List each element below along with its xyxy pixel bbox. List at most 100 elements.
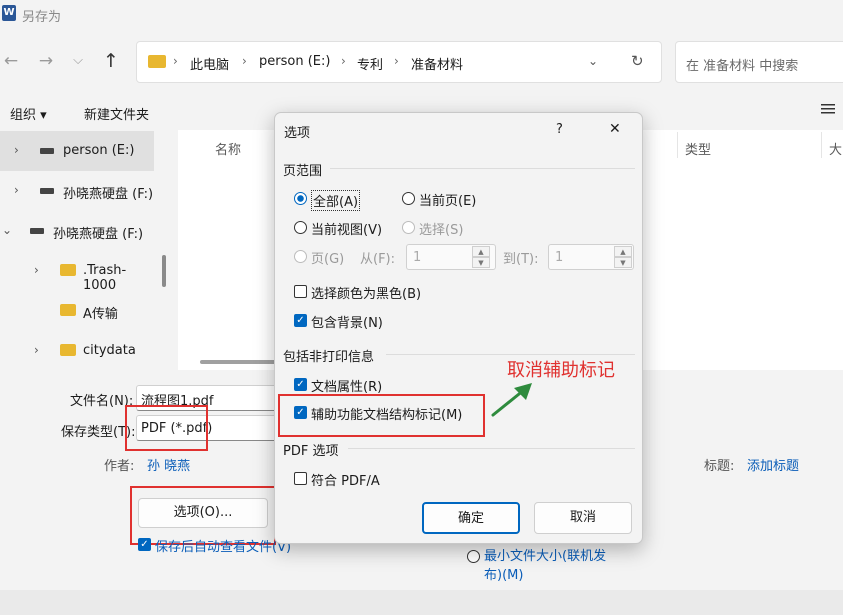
spin-up-icon[interactable]: ▲ (614, 246, 632, 257)
pdf-options-heading: PDF 选项 (283, 444, 339, 459)
forward-arrow-icon[interactable]: → (35, 50, 57, 72)
chevron-icon[interactable]: › (14, 183, 26, 197)
word-icon: W (2, 5, 16, 21)
folder-icon (60, 264, 76, 276)
to-value[interactable]: 1 (555, 250, 563, 265)
recent-dropdown-icon[interactable]: ⌵ (67, 50, 89, 72)
selection-label[interactable]: 选择(S) (419, 219, 463, 238)
current-page-radio[interactable] (402, 192, 415, 205)
refresh-icon[interactable]: ↻ (631, 52, 644, 70)
column-header-type[interactable]: 类型 (685, 139, 711, 158)
filename-label: 文件名(N): (70, 394, 134, 409)
up-arrow-icon[interactable]: ↑ (100, 50, 122, 72)
open-after-save-checkbox[interactable]: ✓ (138, 538, 151, 551)
dialog-title: 选项 (284, 126, 311, 141)
current-view-radio[interactable] (294, 221, 307, 234)
black-color-checkbox[interactable] (294, 285, 307, 298)
sidebar-scrollbar[interactable] (162, 255, 166, 287)
sidebar-item[interactable]: ⌄ 孙晓燕硬盘 (F:) (0, 211, 154, 251)
breadcrumb-separator: › (394, 54, 399, 68)
sidebar-item-label: 孙晓燕硬盘 (F:) (53, 227, 144, 242)
sidebar-item[interactable]: › 孙晓燕硬盘 (F:) (0, 171, 154, 211)
breadcrumb-patent[interactable]: 专利 (357, 54, 383, 73)
folder-icon (60, 344, 76, 356)
section-divider (348, 448, 635, 449)
chevron-icon[interactable]: › (34, 263, 46, 277)
author-label: 作者: (104, 459, 135, 474)
column-divider[interactable] (677, 132, 678, 158)
sidebar-item[interactable]: › person (E:) (0, 131, 154, 171)
view-options-icon[interactable] (820, 101, 836, 117)
open-after-save-label[interactable]: 保存后自动查看文件(V) (155, 536, 291, 555)
breadcrumb-separator: › (341, 54, 346, 68)
section-divider (386, 354, 635, 355)
sidebar-item[interactable]: A传输 (0, 291, 154, 331)
close-icon[interactable]: ✕ (609, 121, 621, 137)
black-color-label[interactable]: 选择颜色为黑色(B) (311, 283, 421, 302)
all-pages-radio[interactable] (294, 192, 307, 205)
author-value[interactable]: 孙 晓燕 (147, 455, 190, 474)
include-background-checkbox[interactable]: ✓ (294, 314, 307, 327)
doc-properties-label[interactable]: 文档属性(R) (311, 376, 382, 395)
window-title: 另存为 (22, 10, 62, 25)
new-folder-button[interactable]: 新建文件夹 (84, 104, 149, 123)
pages-radio[interactable] (294, 250, 307, 263)
column-divider[interactable] (821, 132, 822, 158)
sidebar-item[interactable]: › .Trash-1000 (0, 251, 154, 293)
sidebar-item-label: citydata (83, 343, 136, 358)
section-divider (330, 168, 635, 169)
pdfa-checkbox[interactable] (294, 472, 307, 485)
annotation-arrow-icon (491, 383, 532, 417)
sidebar-item-label: .Trash-1000 (83, 263, 127, 293)
selection-radio[interactable] (402, 221, 415, 234)
all-pages-label[interactable]: 全部(A) (311, 190, 361, 211)
chevron-icon[interactable]: › (14, 143, 26, 157)
highlight-box-structure-tags (278, 394, 485, 437)
back-arrow-icon[interactable]: ← (0, 50, 22, 72)
breadcrumb-this-pc[interactable]: 此电脑 (190, 54, 229, 73)
column-header-size[interactable]: 大 (829, 139, 842, 158)
organize-menu[interactable]: 组织 ▾ (10, 104, 47, 123)
chevron-icon[interactable]: › (34, 343, 46, 357)
spin-down-icon[interactable]: ▼ (472, 257, 490, 268)
add-title-link[interactable]: 添加标题 (747, 455, 799, 474)
doc-properties-checkbox[interactable]: ✓ (294, 378, 307, 391)
sidebar-item-label: person (E:) (63, 143, 135, 158)
sidebar-item-label: A传输 (83, 307, 118, 322)
from-label: 从(F): (360, 252, 396, 267)
title-bar (0, 0, 843, 30)
address-dropdown-icon[interactable]: ⌄ (588, 54, 598, 68)
drive-icon (30, 228, 44, 234)
folder-icon (148, 55, 166, 68)
chevron-icon[interactable]: ⌄ (2, 223, 14, 237)
footer-strip (0, 590, 843, 615)
from-value[interactable]: 1 (413, 250, 421, 265)
title-label: 标题: (704, 459, 735, 474)
include-background-label[interactable]: 包含背景(N) (311, 312, 383, 331)
min-size-label[interactable]: 最小文件大小(联机发布)(M) (484, 547, 624, 585)
sidebar-item[interactable]: › citydata (0, 331, 154, 371)
sidebar-item-label: 孙晓燕硬盘 (F:) (63, 187, 154, 202)
column-header-name[interactable]: 名称 (215, 139, 241, 158)
to-label: 到(T): (503, 252, 539, 267)
search-input[interactable]: 在 准备材料 中搜索 (686, 55, 798, 74)
pdfa-label[interactable]: 符合 PDF/A (311, 470, 380, 489)
highlight-box-filetype (125, 405, 208, 451)
pages-label[interactable]: 页(G) (311, 248, 344, 267)
nonprint-heading: 包括非打印信息 (283, 350, 375, 365)
current-view-label[interactable]: 当前视图(V) (311, 219, 382, 238)
cancel-button[interactable]: 取消 (534, 502, 632, 534)
min-size-radio[interactable] (467, 550, 480, 563)
breadcrumb-separator: › (173, 54, 178, 68)
spin-down-icon[interactable]: ▼ (614, 257, 632, 268)
ok-button[interactable]: 确定 (422, 502, 520, 534)
breadcrumb-person-drive[interactable]: person (E:) (259, 54, 330, 69)
drive-icon (40, 148, 54, 154)
folder-icon (60, 304, 76, 316)
breadcrumb-materials[interactable]: 准备材料 (411, 54, 463, 73)
page-range-heading: 页范围 (283, 164, 323, 179)
help-icon[interactable]: ? (556, 122, 563, 137)
spin-up-icon[interactable]: ▲ (472, 246, 490, 257)
current-page-label[interactable]: 当前页(E) (419, 190, 476, 209)
breadcrumb-separator: › (242, 54, 247, 68)
